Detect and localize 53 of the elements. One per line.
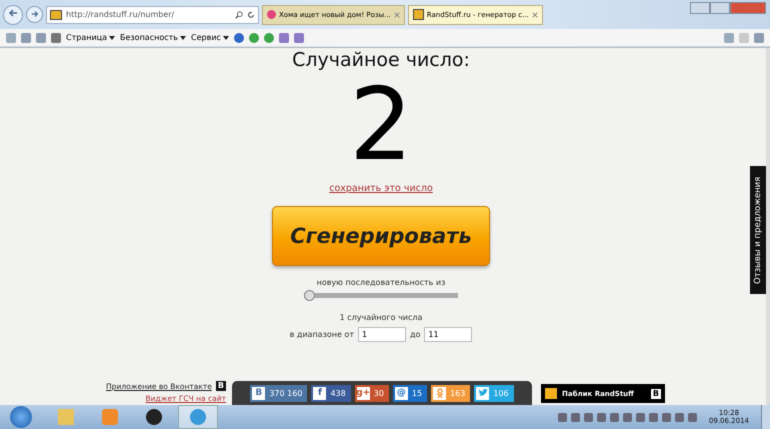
scrollbar[interactable]	[766, 48, 770, 405]
caret-icon	[222, 36, 229, 40]
twitter-icon	[476, 386, 490, 400]
range-label: до	[410, 330, 420, 339]
start-button[interactable]	[10, 406, 32, 428]
generate-button[interactable]: Сгенерировать	[272, 206, 490, 266]
address-text: http://randstuff.ru/number/	[66, 10, 176, 19]
app-icon[interactable]	[278, 32, 289, 42]
page-title: Случайное число:	[292, 49, 470, 71]
command-menu[interactable]: Безопасность	[120, 33, 186, 42]
app-icon[interactable]	[248, 32, 259, 42]
range-label: в диапазоне от	[290, 330, 354, 339]
vk-icon: В	[252, 386, 266, 400]
back-arrow-icon	[8, 8, 18, 18]
app-icon[interactable]	[294, 32, 304, 42]
close-tab-icon[interactable]	[394, 12, 400, 18]
sequence-label: новую последовательность из	[316, 278, 446, 287]
forward-button[interactable]	[26, 6, 43, 23]
site-icon	[50, 10, 62, 20]
facebook-icon: f	[313, 386, 326, 400]
close-tab-icon[interactable]	[532, 12, 538, 18]
show-desktop-button[interactable]	[761, 405, 770, 429]
back-button[interactable]	[3, 4, 23, 24]
vk-icon: В	[216, 381, 226, 391]
mail-icon: @	[394, 386, 408, 400]
maximize-button[interactable]	[710, 2, 730, 14]
logo-icon	[545, 388, 557, 399]
share-button[interactable]: В 370 160	[250, 384, 308, 402]
random-number: 2	[349, 73, 413, 177]
forward-arrow-icon	[30, 10, 38, 18]
caret-icon	[109, 36, 116, 40]
share-button[interactable]: g+ 30	[354, 384, 389, 402]
app-icon[interactable]	[264, 32, 274, 42]
site-icon	[412, 9, 424, 20]
share-button[interactable]: f 438	[311, 384, 351, 402]
range-from-field[interactable]: 1	[358, 327, 406, 342]
command-menu[interactable]: Сервис	[191, 33, 229, 42]
address-field[interactable]: http://randstuff.ru/number/	[46, 6, 259, 24]
count-label: 1 случайного числа	[340, 313, 422, 322]
command-menu[interactable]: Страница	[66, 33, 116, 42]
gplus-icon: g+	[356, 386, 370, 400]
range-to-field[interactable]: 11	[424, 327, 472, 342]
refresh-icon[interactable]	[247, 10, 255, 18]
ok-icon	[433, 386, 446, 400]
tab-icon	[267, 10, 276, 19]
caret-icon	[180, 36, 186, 40]
share-button[interactable]: @ 15	[392, 384, 428, 402]
save-number-link[interactable]: сохранить это число	[329, 183, 433, 194]
search-icon[interactable]	[235, 10, 243, 18]
slider-thumb[interactable]	[304, 290, 315, 301]
vk-icon: В	[650, 388, 661, 398]
feedback-tab[interactable]: Отзывы и предложения	[750, 166, 766, 294]
minimize-button[interactable]	[690, 2, 710, 14]
